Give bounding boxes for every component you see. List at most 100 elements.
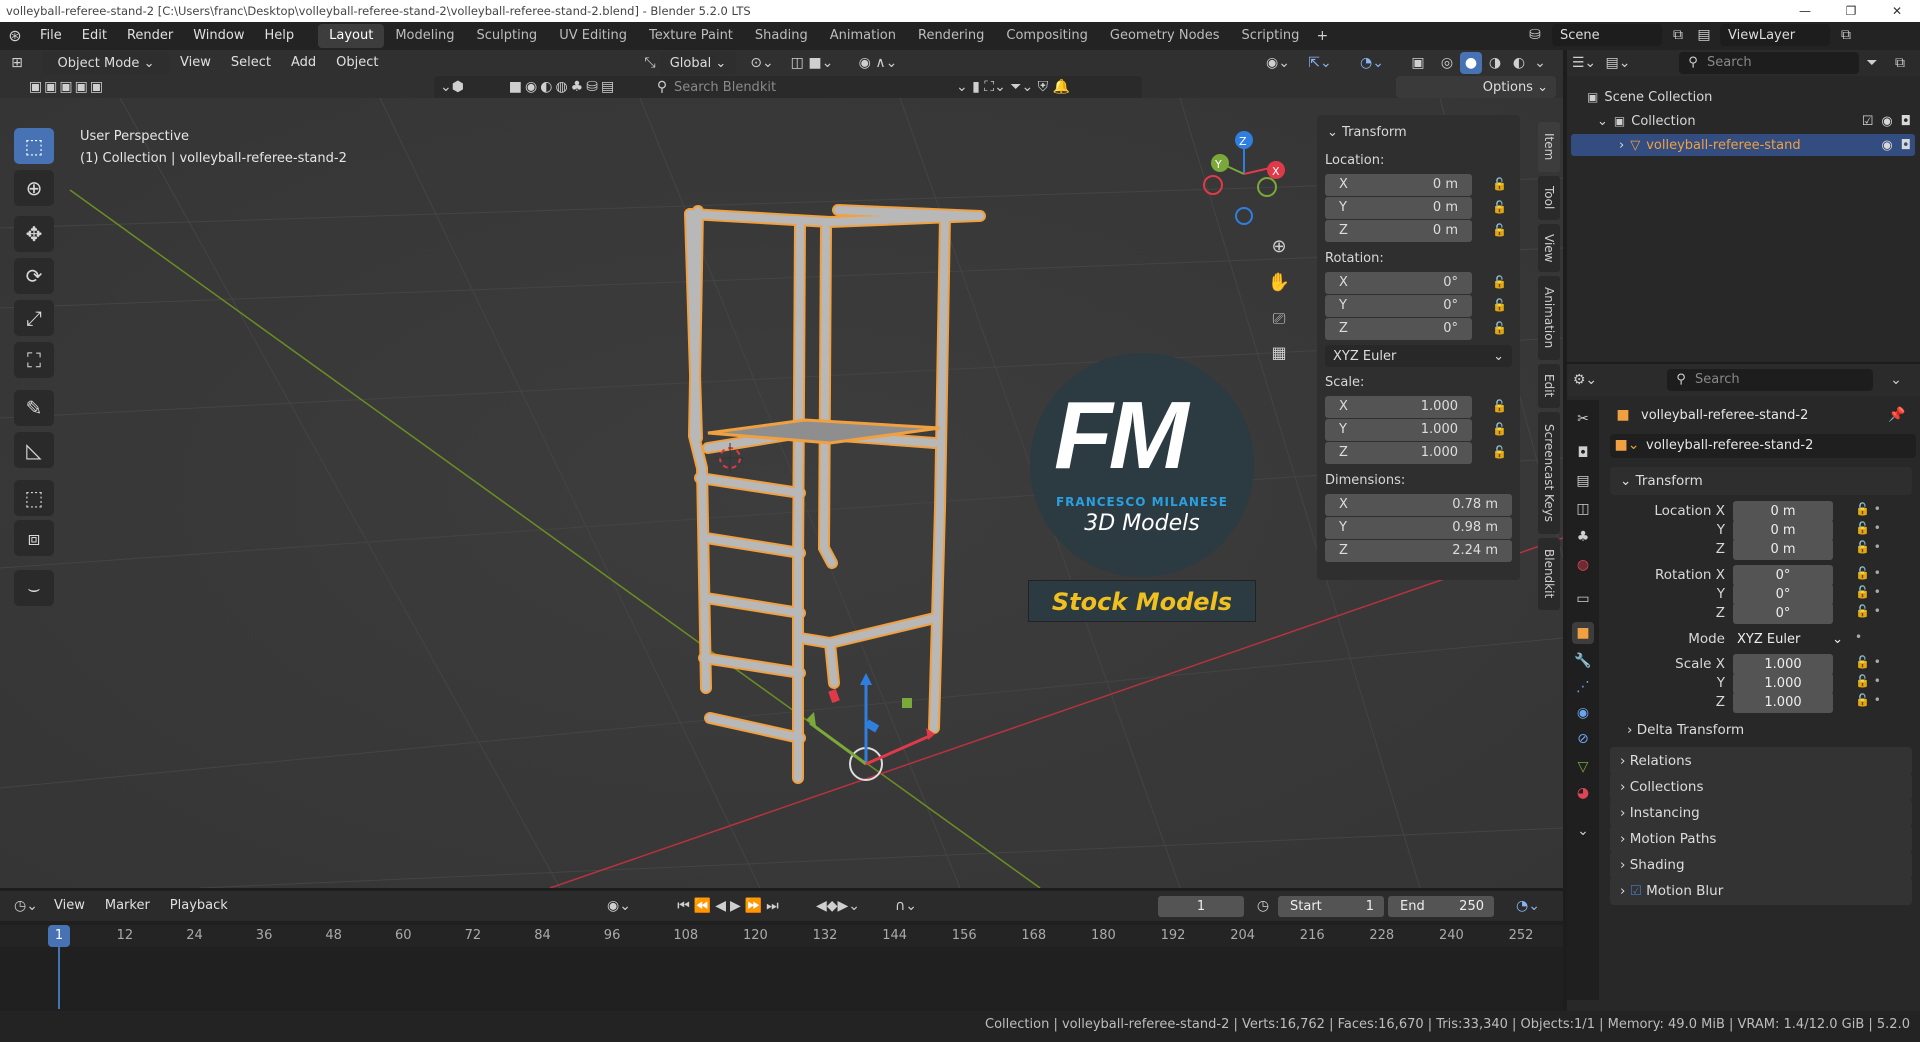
- lock-icon[interactable]: 🔓 •: [1855, 566, 1881, 580]
- snapping-icon[interactable]: ∩⌄: [886, 895, 926, 917]
- xray-icon[interactable]: ▣: [1408, 52, 1428, 74]
- panel-motion-paths[interactable]: › Motion Paths: [1610, 825, 1912, 853]
- tab-compositing[interactable]: Compositing: [995, 24, 1099, 48]
- tab-scripting[interactable]: Scripting: [1231, 24, 1311, 48]
- lock-icon[interactable]: 🔓: [1492, 298, 1507, 312]
- select-box-tool[interactable]: ⬚: [14, 128, 54, 164]
- outliner-search-input[interactable]: Search: [1707, 55, 1752, 70]
- npanel-rotation-y[interactable]: Y 0°: [1325, 295, 1472, 317]
- view-options-icon[interactable]: ◔⌄: [1504, 895, 1552, 917]
- timeline-menu-playback[interactable]: Playback: [160, 894, 238, 918]
- material-tab-icon[interactable]: ◕: [1572, 782, 1594, 804]
- tab-screencast-keys[interactable]: Screencast Keys: [1538, 412, 1560, 534]
- blendkit-asset-types-icon[interactable]: ■◉◐◍♣⛁▤: [478, 76, 648, 98]
- rotation-x-field[interactable]: 0°: [1733, 565, 1833, 586]
- lock-icon[interactable]: 🔓 •: [1855, 674, 1881, 688]
- tab-view[interactable]: View: [1538, 224, 1560, 272]
- timeline-tracks[interactable]: [0, 947, 1563, 1007]
- data-tab-icon[interactable]: ▽: [1572, 756, 1594, 778]
- tab-edit[interactable]: Edit: [1538, 364, 1560, 408]
- render-tab-icon[interactable]: ◘: [1572, 442, 1594, 464]
- outliner-editor-icon[interactable]: ☰⌄: [1567, 52, 1601, 74]
- eye-icon[interactable]: ◉: [1881, 114, 1892, 129]
- npanel-dimensions-x[interactable]: X 0.78 m: [1325, 494, 1512, 516]
- transform-panel-header[interactable]: ⌄ Transform: [1610, 467, 1912, 495]
- scene-icon[interactable]: ⛁: [1524, 24, 1546, 46]
- camera-icon[interactable]: ◘: [1901, 138, 1911, 153]
- end-frame-field[interactable]: End 250: [1388, 896, 1494, 917]
- selection-mode-icon[interactable]: ▣▣▣▣▣: [12, 76, 122, 98]
- physics-tab-icon[interactable]: ◉: [1572, 702, 1594, 724]
- blendkit-assetbar-icon[interactable]: ⌄⬢: [440, 76, 464, 98]
- lock-icon[interactable]: 🔓: [1492, 321, 1507, 335]
- keyframe-dot-icon[interactable]: •: [1855, 630, 1862, 644]
- location-y-field[interactable]: 0 m: [1733, 520, 1833, 541]
- rotation-z-field[interactable]: 0°: [1733, 603, 1833, 624]
- output-tab-icon[interactable]: ▤: [1572, 470, 1594, 492]
- rendered-shading-icon[interactable]: ◐: [1508, 52, 1530, 74]
- camera-icon[interactable]: ◘: [1901, 114, 1911, 129]
- checkbox-icon[interactable]: ☑: [1862, 114, 1874, 129]
- tab-item[interactable]: Item: [1538, 122, 1560, 172]
- particles-tab-icon[interactable]: ⋰: [1572, 676, 1594, 698]
- new-view-layer-icon[interactable]: ⧉: [1836, 24, 1856, 46]
- object-name-field[interactable]: ■⌄ volleyball-referee-stand-2: [1610, 434, 1916, 458]
- add-workspace-icon[interactable]: +: [1310, 25, 1334, 47]
- lock-icon[interactable]: 🔓 •: [1855, 585, 1881, 599]
- menu-add[interactable]: Add: [281, 51, 326, 75]
- properties-options-icon[interactable]: ⌄: [1885, 369, 1907, 391]
- tab-rendering[interactable]: Rendering: [907, 24, 995, 48]
- tab-blendkit[interactable]: Blendkit: [1538, 538, 1560, 610]
- tab-modeling[interactable]: Modeling: [384, 24, 465, 48]
- tab-layout[interactable]: Layout: [318, 24, 385, 48]
- rotate-tool[interactable]: ⟳: [14, 258, 54, 294]
- properties-editor-icon[interactable]: ⚙⌄: [1567, 369, 1603, 391]
- scale-tool[interactable]: ⤢: [14, 300, 54, 336]
- lock-icon[interactable]: 🔓: [1492, 177, 1507, 191]
- collection-tab-icon[interactable]: ▭: [1572, 588, 1594, 610]
- npanel-dimensions-y[interactable]: Y 0.98 m: [1325, 517, 1512, 539]
- lock-icon[interactable]: 🔓 •: [1855, 540, 1881, 554]
- tool-tab-icon[interactable]: ✂: [1572, 408, 1594, 430]
- lock-icon[interactable]: 🔓: [1492, 200, 1507, 214]
- view-layer-selector[interactable]: ViewLayer: [1720, 24, 1830, 46]
- display-mode-icon[interactable]: ▤⌄: [1601, 52, 1635, 74]
- tab-uv-editing[interactable]: UV Editing: [548, 24, 638, 48]
- constraints-tab-icon[interactable]: ⊘: [1572, 728, 1594, 750]
- ortho-grid-icon[interactable]: ▦: [1266, 342, 1292, 368]
- visibility-icon[interactable]: ◉⌄: [1258, 52, 1298, 74]
- tab-sculpting[interactable]: Sculpting: [465, 24, 548, 48]
- rotation-mode-dropdown[interactable]: XYZ Euler ⌄: [1727, 629, 1851, 650]
- cursor-tool[interactable]: ⊕: [14, 170, 54, 206]
- tab-geometry-nodes[interactable]: Geometry Nodes: [1099, 24, 1231, 48]
- npanel-rotation-x[interactable]: X 0°: [1325, 272, 1472, 294]
- menu-object[interactable]: Object: [326, 51, 388, 75]
- extrude-tool[interactable]: ⧈: [14, 520, 54, 556]
- keyframe-nav-icon[interactable]: ◀◆▶⌄: [810, 895, 866, 917]
- npanel-rotation-z[interactable]: Z 0°: [1325, 318, 1472, 340]
- mode-selector[interactable]: Object Mode ⌄: [42, 52, 170, 74]
- delta-transform-subpanel[interactable]: › Delta Transform: [1627, 722, 1744, 738]
- npanel-transform-header[interactable]: ⌄ Transform: [1327, 125, 1407, 140]
- pin-icon[interactable]: 📌: [1887, 404, 1907, 426]
- menu-file[interactable]: File: [30, 24, 72, 48]
- editor-type-icon[interactable]: ⊞: [0, 52, 34, 74]
- checkbox-icon[interactable]: ☑: [1630, 883, 1642, 899]
- wireframe-shading-icon[interactable]: ◎: [1436, 52, 1458, 74]
- eye-icon[interactable]: ◉: [1881, 138, 1892, 153]
- view-layer-tab-icon[interactable]: ◫: [1572, 498, 1594, 520]
- scale-x-field[interactable]: 1.000: [1733, 654, 1833, 675]
- pan-hand-icon[interactable]: ✋: [1266, 272, 1292, 298]
- scale-y-field[interactable]: 1.000: [1733, 673, 1833, 694]
- new-scene-icon[interactable]: ⧉: [1668, 24, 1688, 46]
- location-x-field[interactable]: 0 m: [1733, 501, 1833, 522]
- tab-texture-paint[interactable]: Texture Paint: [638, 24, 744, 48]
- properties-search-input[interactable]: Search: [1695, 372, 1740, 387]
- pivot-icon[interactable]: ⊙⌄: [742, 52, 782, 74]
- tab-shading[interactable]: Shading: [744, 24, 819, 48]
- curve-tool[interactable]: ⌣: [14, 570, 54, 606]
- gizmo-toggle-icon[interactable]: ⇱⌄: [1300, 52, 1340, 74]
- lock-icon[interactable]: 🔓: [1492, 445, 1507, 459]
- npanel-location-x[interactable]: X 0 m: [1325, 174, 1472, 196]
- lock-icon[interactable]: 🔓 •: [1855, 604, 1881, 618]
